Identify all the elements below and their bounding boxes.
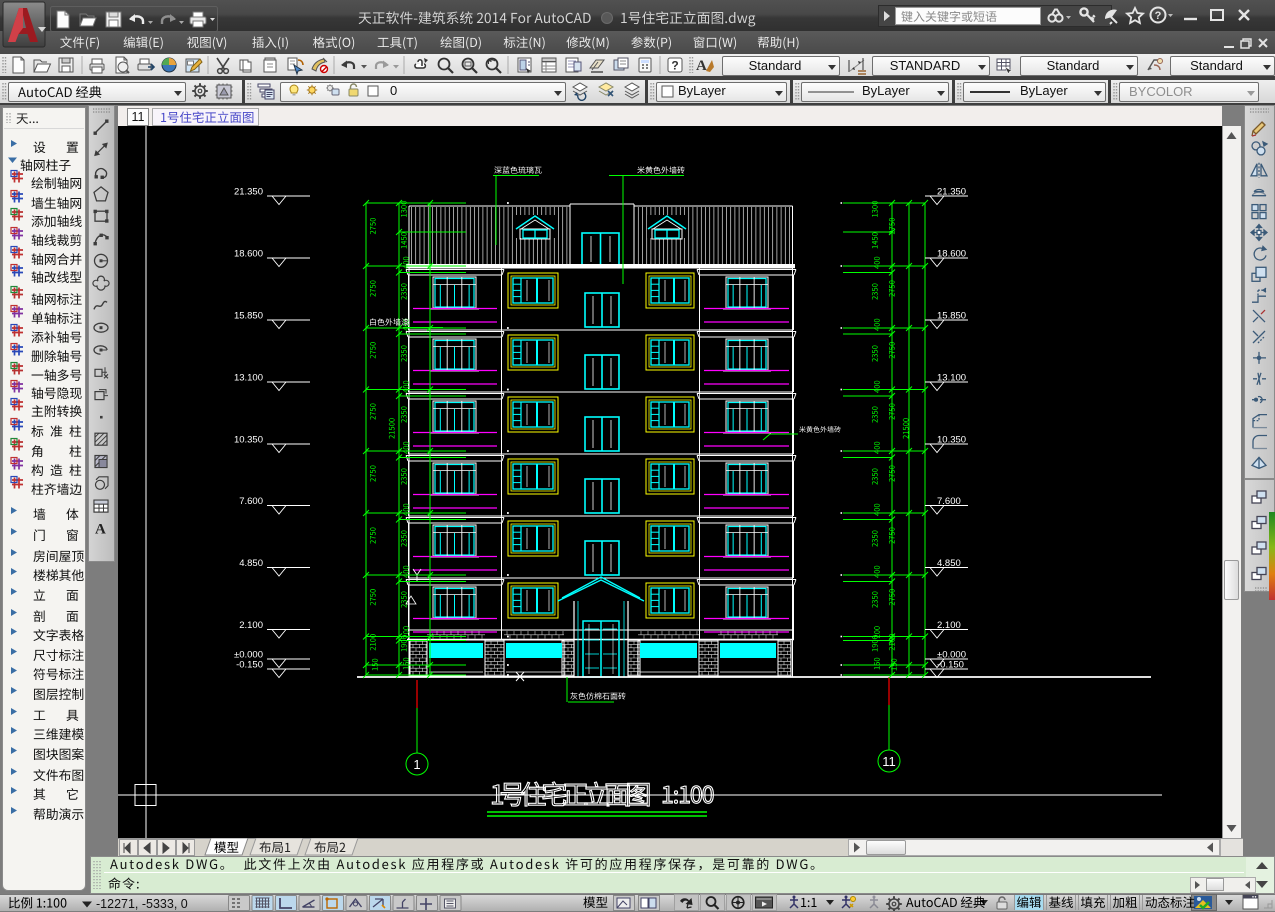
svg-text:?: ? — [1155, 10, 1162, 22]
svg-text:1: 1 — [413, 757, 420, 772]
svg-text:?: ? — [671, 59, 678, 73]
svg-text:15.850: 15.850 — [234, 311, 263, 322]
svg-text:21.350: 21.350 — [234, 187, 263, 198]
svg-text:A: A — [696, 58, 707, 74]
svg-text:A: A — [95, 521, 106, 537]
svg-text:11: 11 — [882, 754, 896, 769]
svg-text:13.100: 13.100 — [234, 373, 263, 384]
svg-text:10.350: 10.350 — [234, 435, 263, 446]
svg-text:7.600: 7.600 — [239, 496, 263, 507]
svg-text:4.850: 4.850 — [239, 558, 263, 569]
svg-text:18.600: 18.600 — [234, 249, 263, 260]
svg-text:-0.150: -0.150 — [236, 660, 263, 671]
svg-text:2.100: 2.100 — [239, 620, 263, 631]
